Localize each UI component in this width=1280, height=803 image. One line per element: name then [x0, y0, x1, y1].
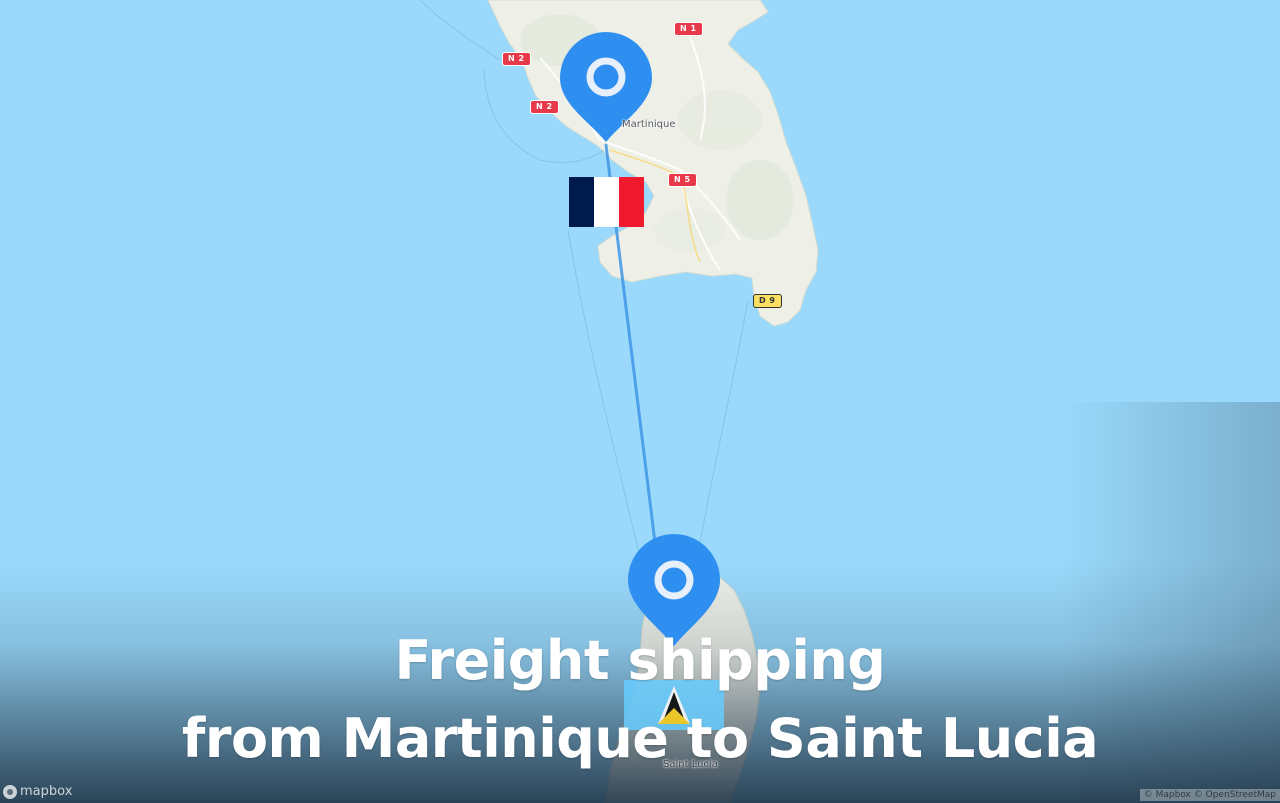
road-shield-n2: N 2	[503, 53, 530, 65]
road-shield-d9: D 9	[754, 295, 781, 307]
mapbox-logo-icon	[3, 784, 17, 799]
mapbox-logo[interactable]: mapbox	[3, 784, 72, 799]
france-flag	[569, 177, 644, 227]
road-shield-n2: N 2	[531, 101, 558, 113]
page-title: Freight shipping from Martinique to Sain…	[0, 622, 1280, 778]
title-line-2: from Martinique to Saint Lucia	[181, 707, 1099, 770]
mapbox-logo-text: mapbox	[20, 784, 73, 799]
road-shield-n1: N 1	[675, 23, 702, 35]
map-attribution[interactable]: © Mapbox © OpenStreetMap	[1139, 789, 1280, 801]
title-line-1: Freight shipping	[394, 629, 886, 692]
road-shield-n5: N 5	[669, 174, 696, 186]
map-view[interactable]: N 1 N 2 N 2 N 5 D 9 Martinique Saint Luc…	[0, 0, 1280, 803]
place-label-martinique: Martinique	[622, 119, 676, 130]
